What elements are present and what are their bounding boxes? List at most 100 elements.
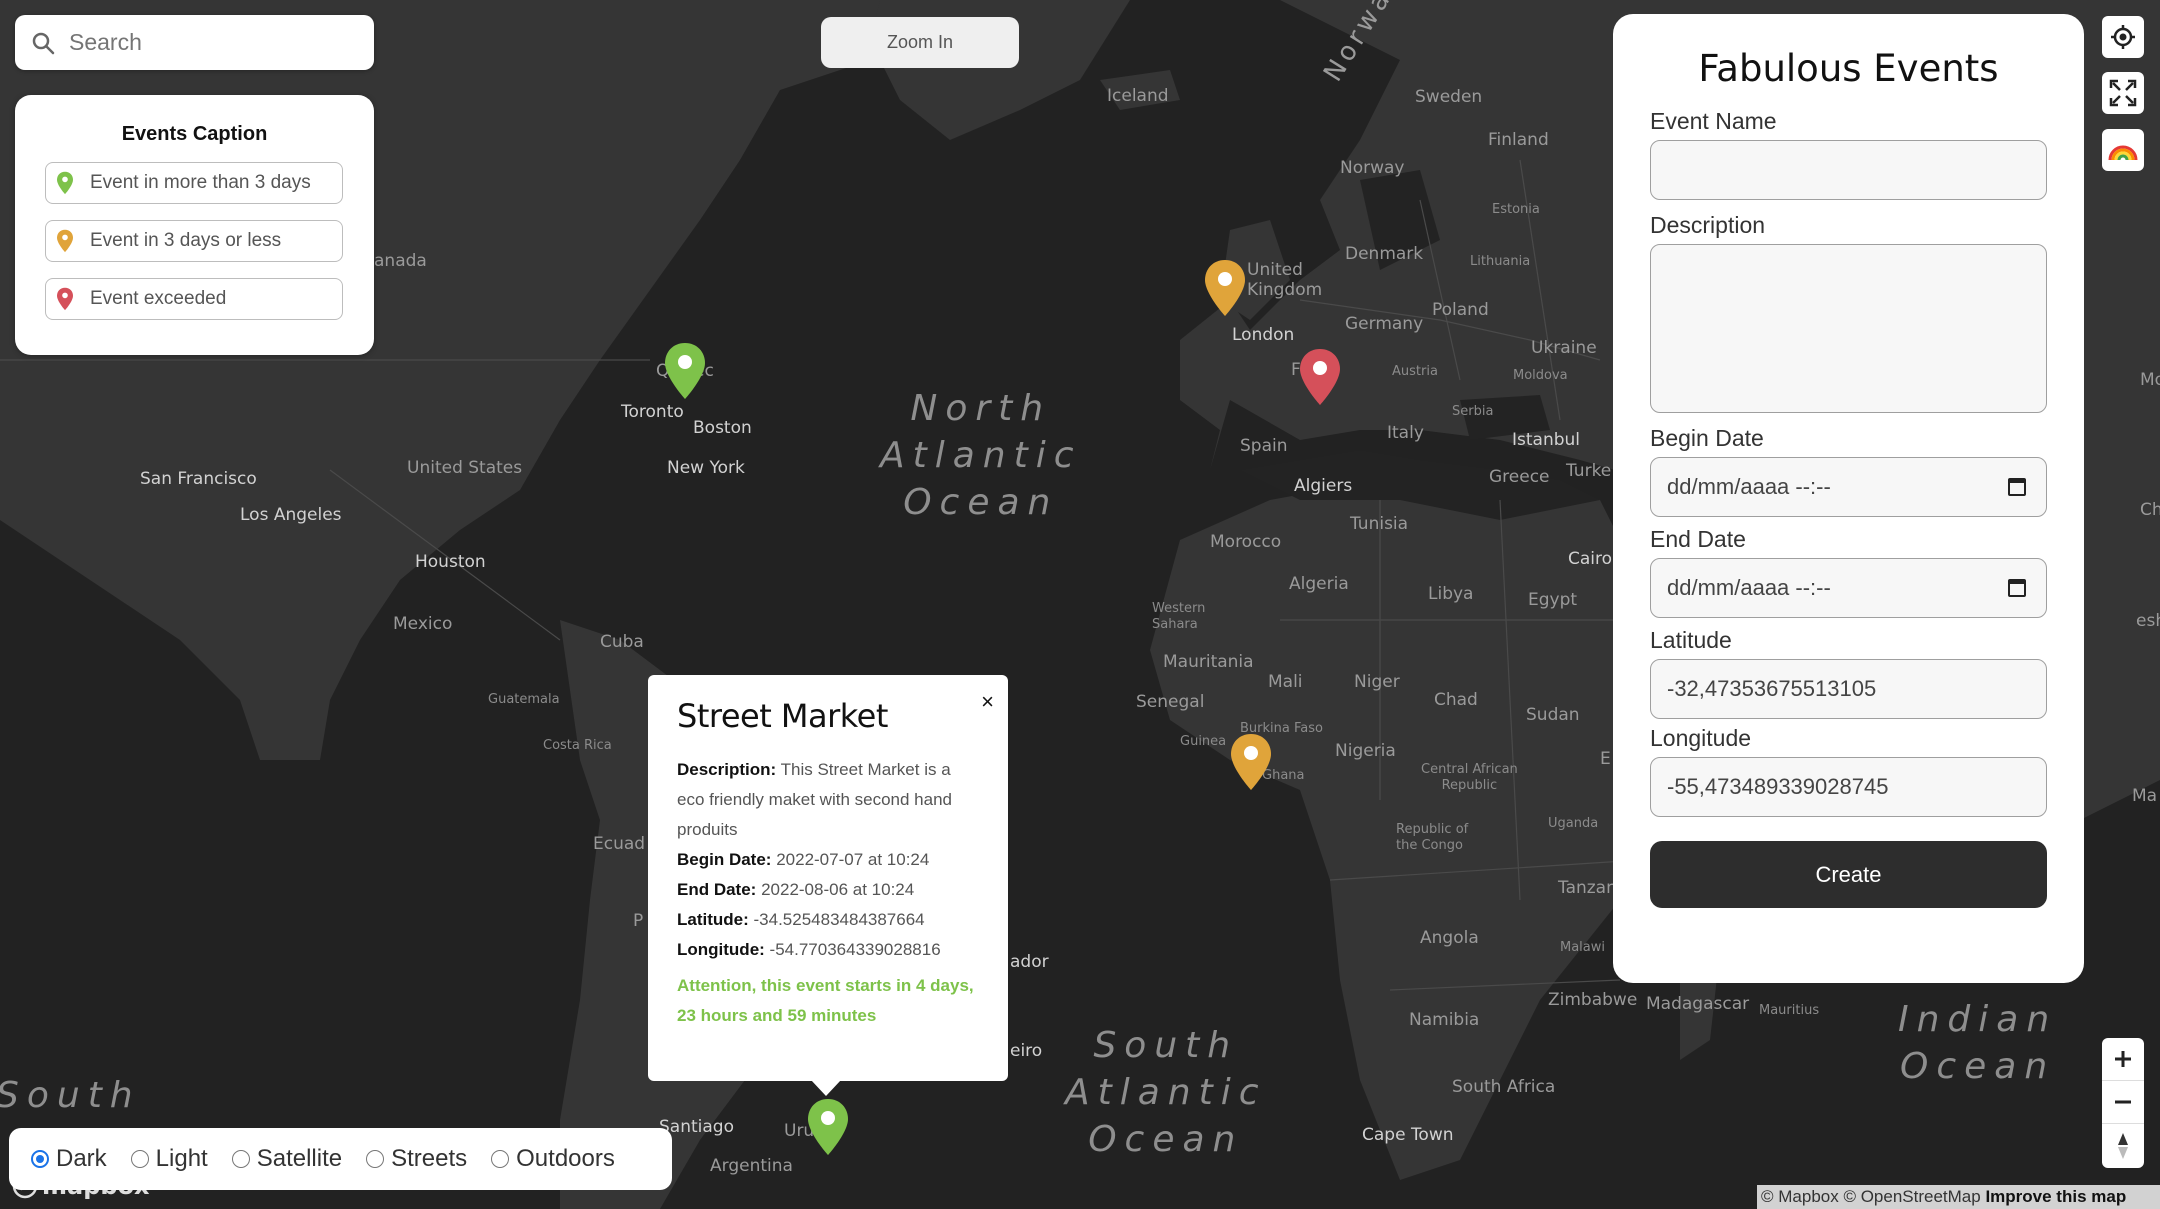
event-marker-orange[interactable] [1229,732,1273,792]
latitude-label: Latitude [1650,627,1732,653]
create-button[interactable]: Create [1650,841,2047,908]
caption-item-exceeded: Event exceeded [45,278,343,320]
style-option-streets[interactable]: Streets [366,1145,467,1173]
end-date-input[interactable]: dd/mm/aaaa --:-- [1650,558,2047,618]
zoom-in-button[interactable]: Zoom In [821,17,1019,68]
event-marker-orange[interactable] [1203,258,1247,318]
mapbox-logo-icon [12,1173,38,1199]
end-date-value: dd/mm/aaaa --:-- [1667,575,1831,600]
place-label: Mexico [393,614,453,634]
search-box[interactable]: Search [15,15,374,70]
caption-item-label: Event exceeded [90,288,227,309]
events-caption-panel: Events Caption Event in more than 3 days… [15,95,374,355]
description-textarea[interactable] [1650,244,2047,413]
zoom-plus-button[interactable] [2102,1038,2144,1081]
popup-close-button[interactable]: × [981,689,994,715]
place-label: Germany [1345,314,1424,334]
style-option-light[interactable]: Light [130,1145,208,1173]
popup-end-date: End Date: 2022-08-06 at 10:24 [677,880,915,899]
zoom-control-group [2102,1038,2144,1168]
place-label: Cape Town [1362,1125,1454,1145]
place-label: ador [1010,952,1049,972]
place-label: Mo [2140,370,2160,390]
place-label: Ukraine [1531,338,1597,358]
radio[interactable] [366,1150,385,1168]
compass-icon [2118,1132,2128,1159]
latitude-input[interactable]: -32,47353675513105 [1650,659,2047,719]
place-label: Lithuania [1470,254,1531,269]
event-name-input[interactable] [1650,140,2047,200]
place-label: anada [374,251,427,271]
style-option-satellite[interactable]: Satellite [231,1145,342,1173]
place-label: Sweden [1415,87,1483,107]
caption-item-label: Event in 3 days or less [90,230,282,251]
caption-item-soon: Event in 3 days or less [45,220,343,262]
place-label: Madagascar [1646,994,1750,1014]
improve-map-link[interactable]: Improve this map [1985,1187,2126,1206]
begin-date-input[interactable]: dd/mm/aaaa --:-- [1650,457,2047,517]
longitude-input[interactable]: -55,473489339028745 [1650,757,2047,817]
place-label: Toronto [621,402,684,422]
event-marker-green[interactable] [663,341,707,401]
place-label: Algiers [1294,476,1353,496]
radio-selected[interactable] [31,1150,49,1168]
place-label: Boston [693,418,752,438]
place-label: Malawi [1560,940,1606,955]
compass-button[interactable] [2102,1124,2144,1167]
place-label: Ma [2132,786,2158,806]
place-label: San Francisco [140,469,257,489]
place-label: Niger [1354,672,1400,692]
place-label: Costa Rica [543,738,612,753]
place-label: esh [2136,611,2160,631]
minus-icon [2115,1100,2131,1104]
place-label: Central African Republic [1421,762,1518,793]
geolocate-button[interactable] [2102,16,2144,58]
place-label: Sudan [1526,705,1580,725]
place-label: Spain [1240,436,1288,456]
event-marker-green[interactable] [806,1097,850,1157]
form-title: Fabulous Events [1698,47,1999,90]
radio[interactable] [130,1150,149,1168]
mapbox-logo[interactable]: mapbox [12,1172,150,1200]
place-label: eiro [1010,1041,1043,1061]
radio[interactable] [491,1150,510,1168]
place-label: Iceland [1107,86,1169,106]
search-input[interactable]: Search [69,29,142,56]
place-label: Poland [1432,300,1489,320]
calendar-icon[interactable] [2008,478,2026,496]
place-label: Cairo [1568,549,1613,569]
attribution-text[interactable]: © Mapbox © OpenStreetMap [1761,1187,1981,1206]
popup-longitude: Longitude: -54.770364339028816 [677,940,941,959]
place-label: Western Sahara [1152,601,1206,632]
style-option-outdoors[interactable]: Outdoors [491,1145,615,1173]
place-label: Ch [2140,500,2160,520]
place-label: Moldova [1513,368,1568,383]
place-label: Los Angeles [240,505,342,525]
event-marker-red[interactable] [1298,347,1342,407]
caption-item-label: Event in more than 3 days [90,172,311,193]
red-marker-icon [57,287,73,311]
radio[interactable] [231,1150,250,1168]
place-label: Istanbul [1512,430,1581,450]
popup-latitude: Latitude: -34.525483484387664 [677,910,925,929]
place-label: Norway [1340,158,1405,178]
rainbow-style-button[interactable] [2102,129,2144,171]
event-name-label: Event Name [1650,108,1777,134]
zoom-minus-button[interactable] [2102,1081,2144,1124]
place-label: Houston [415,552,486,572]
event-popup: × Street Market Description: This Street… [648,675,1008,1096]
place-label: Italy [1387,423,1424,443]
place-label: Guatemala [488,692,560,707]
place-label: Denmark [1345,244,1424,264]
style-option-dark[interactable]: Dark [31,1145,107,1173]
caption-item-future: Event in more than 3 days [45,162,343,204]
place-label: Uganda [1548,816,1599,831]
place-label: London [1232,325,1295,345]
calendar-icon[interactable] [2008,579,2026,597]
description-label: Description [1650,212,1766,238]
crosshair-icon [2111,25,2135,49]
longitude-label: Longitude [1650,725,1752,751]
rainbow-icon [2108,145,2138,161]
fullscreen-button[interactable] [2102,72,2144,114]
orange-marker-icon [57,229,73,253]
